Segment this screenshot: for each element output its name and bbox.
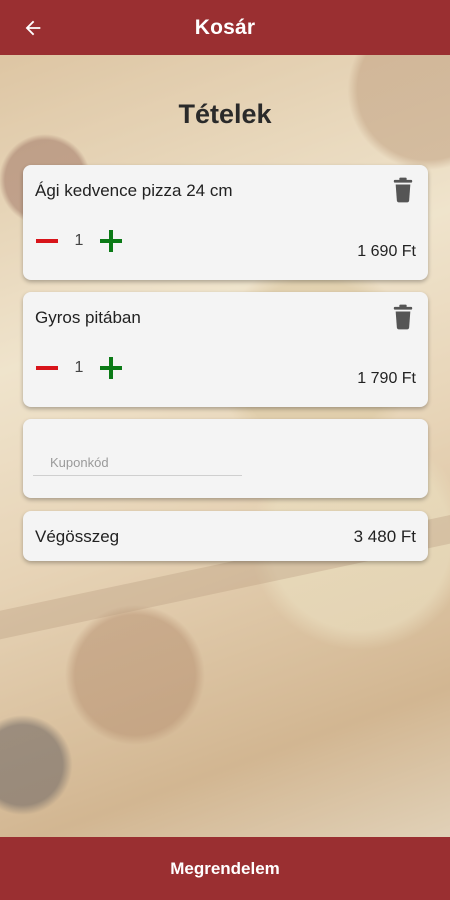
- plus-icon[interactable]: [99, 356, 123, 380]
- place-order-button[interactable]: Megrendelem: [0, 837, 450, 900]
- coupon-card: [23, 419, 428, 498]
- total-value: 3 480 Ft: [353, 527, 416, 546]
- minus-icon[interactable]: [35, 356, 59, 380]
- quantity-stepper: 1: [35, 229, 123, 253]
- cart-item-card: Ági kedvence pizza 24 cm 1 1 690 Ft: [23, 165, 428, 280]
- minus-icon[interactable]: [35, 229, 59, 253]
- quantity-stepper: 1: [35, 356, 123, 380]
- arrow-left-icon: [25, 20, 41, 36]
- item-price: 1 790 Ft: [357, 370, 416, 387]
- trash-icon[interactable]: [392, 304, 414, 330]
- page-title: Kosár: [194, 15, 256, 39]
- app-header: Kosár: [0, 0, 450, 55]
- back-button[interactable]: [18, 13, 48, 43]
- item-name: Ági kedvence pizza 24 cm: [35, 181, 233, 200]
- coupon-code-input[interactable]: [33, 449, 242, 476]
- item-name: Gyros pitában: [35, 308, 141, 327]
- quantity-value: 1: [74, 232, 84, 249]
- plus-icon[interactable]: [99, 229, 123, 253]
- trash-icon[interactable]: [392, 177, 414, 203]
- cart-content: Tételek Ági kedvence pizza 24 cm 1 1 690…: [0, 55, 450, 837]
- total-label: Végösszeg: [35, 527, 120, 546]
- items-heading: Tételek: [178, 99, 272, 129]
- place-order-label: Megrendelem: [170, 858, 280, 878]
- cart-item-card: Gyros pitában 1 1 790 Ft: [23, 292, 428, 407]
- item-price: 1 690 Ft: [357, 243, 416, 260]
- total-card: Végösszeg 3 480 Ft: [23, 511, 428, 561]
- quantity-value: 1: [74, 359, 84, 376]
